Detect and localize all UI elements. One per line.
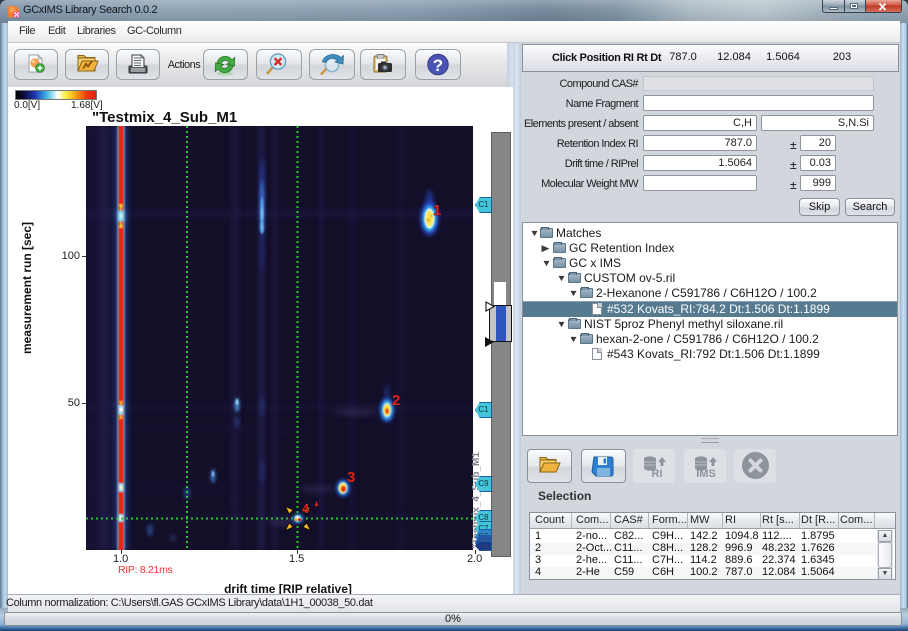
svg-text:3: 3 [347,469,355,486]
svg-text:2: 2 [392,392,400,409]
svg-text:RI: RI [652,468,663,480]
svg-text:IMS: IMS [696,468,716,480]
svg-text:?: ? [433,56,443,75]
svg-text:1: 1 [433,202,441,219]
svg-text:4: 4 [302,501,310,516]
